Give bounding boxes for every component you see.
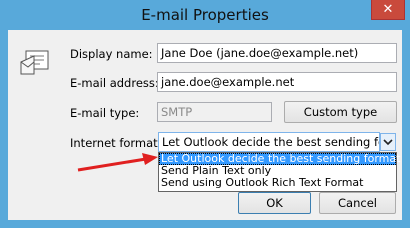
display-name-label: Display name: [70, 47, 153, 61]
dropdown-arrow-button[interactable] [380, 133, 396, 151]
window-title: E-mail Properties [141, 6, 269, 24]
ok-button[interactable]: OK [238, 192, 311, 214]
contact-card-icon [20, 50, 49, 75]
internet-format-dropdown-list: Let Outlook decide the best sending form… [158, 152, 400, 192]
internet-format-label: Internet format: [70, 136, 162, 150]
option-rich-text[interactable]: Send using Outlook Rich Text Format [159, 177, 396, 189]
internet-format-select[interactable]: Let Outlook decide the best sending form… [158, 132, 380, 152]
close-button[interactable]: ✕ [371, 0, 405, 20]
email-address-label: E-mail address: [70, 76, 159, 90]
email-properties-window: E-mail Properties ✕ Display name: Jane D… [0, 0, 410, 228]
annotation-arrow-icon [77, 153, 158, 172]
email-type-field: SMTP [157, 102, 272, 122]
display-name-field[interactable]: Jane Doe (jane.doe@example.net) [157, 43, 397, 63]
custom-type-button[interactable]: Custom type [284, 101, 397, 123]
title-bar: E-mail Properties ✕ [0, 0, 410, 30]
cancel-button[interactable]: Cancel [319, 192, 396, 214]
dialog-body: Display name: Jane Doe (jane.doe@example… [8, 30, 402, 220]
chevron-down-icon [383, 139, 393, 146]
email-type-label: E-mail type: [70, 106, 140, 120]
email-address-field[interactable]: jane.doe@example.net [157, 72, 397, 92]
